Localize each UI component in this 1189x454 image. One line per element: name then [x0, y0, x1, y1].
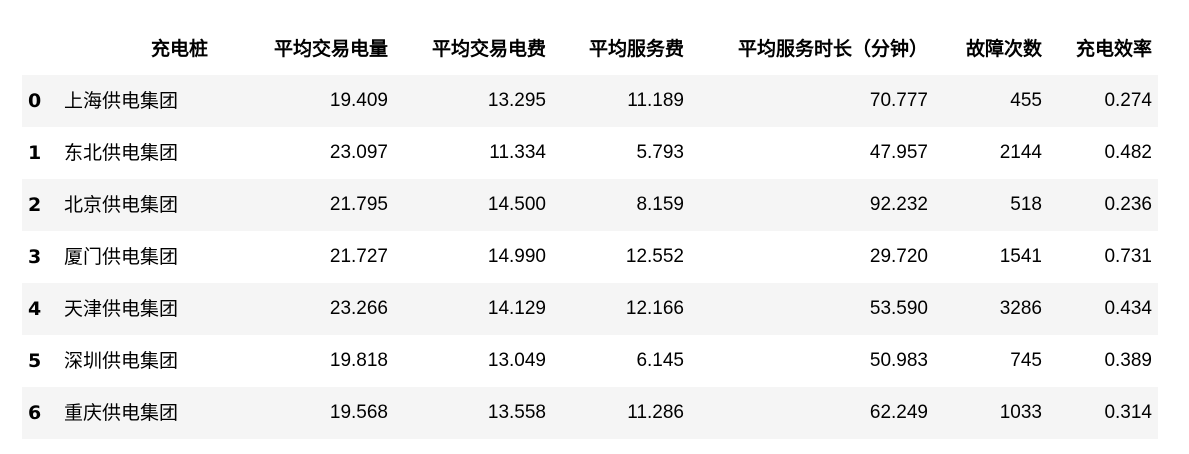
column-header-avg-energy: 平均交易电量 — [273, 38, 388, 60]
table-row: 2 北京供电集团 21.795 14.500 8.159 92.232 518 … — [22, 179, 1158, 231]
faults-cell: 3286 — [999, 298, 1042, 319]
table-row: 4 天津供电集团 23.266 14.129 12.166 53.590 328… — [22, 283, 1158, 335]
station-name-cell: 天津供电集团 — [64, 298, 179, 320]
dataframe-output: 充电桩 平均交易电量 平均交易电费 平均服务费 平均服务时长（分钟） 故障次数 … — [22, 24, 1158, 439]
avg-duration-cell: 92.232 — [869, 194, 928, 215]
avg-service-fee-cell: 11.286 — [627, 402, 684, 423]
row-index: 5 — [28, 350, 42, 372]
avg-energy-cell: 19.409 — [329, 90, 388, 111]
avg-fee-cell: 14.990 — [487, 246, 546, 267]
avg-duration-cell: 53.590 — [869, 298, 928, 319]
avg-fee-cell: 14.129 — [487, 298, 546, 319]
avg-service-fee-cell: 12.166 — [625, 298, 684, 319]
faults-cell: 518 — [1010, 194, 1042, 215]
avg-energy-cell: 23.097 — [329, 142, 388, 163]
faults-cell: 1541 — [999, 246, 1042, 267]
table-row: 1 东北供电集团 23.097 11.334 5.793 47.957 2144… — [22, 127, 1158, 179]
avg-service-fee-cell: 11.189 — [627, 90, 684, 111]
avg-fee-cell: 13.295 — [487, 90, 546, 111]
station-name-cell: 重庆供电集团 — [64, 402, 179, 424]
avg-service-fee-cell: 8.159 — [636, 194, 684, 215]
table-row: 5 深圳供电集团 19.818 13.049 6.145 50.983 745 … — [22, 335, 1158, 387]
header-row: 充电桩 平均交易电量 平均交易电费 平均服务费 平均服务时长（分钟） 故障次数 … — [22, 24, 1158, 75]
avg-service-fee-cell: 6.145 — [636, 350, 684, 371]
row-index: 6 — [28, 402, 42, 424]
efficiency-cell: 0.731 — [1104, 246, 1152, 267]
table-row: 6 重庆供电集团 19.568 13.558 11.286 62.249 103… — [22, 387, 1158, 439]
table-body: 0 上海供电集团 19.409 13.295 11.189 70.777 455… — [22, 74, 1158, 439]
row-index: 3 — [28, 246, 42, 268]
column-header-avg-service-fee: 平均服务费 — [588, 38, 684, 60]
avg-fee-cell: 14.500 — [487, 194, 546, 215]
row-index: 1 — [28, 142, 42, 164]
efficiency-cell: 0.274 — [1104, 90, 1152, 111]
avg-energy-cell: 19.568 — [329, 402, 388, 423]
station-name-cell: 北京供电集团 — [64, 194, 179, 216]
faults-cell: 745 — [1010, 350, 1042, 371]
avg-energy-cell: 21.727 — [329, 246, 388, 267]
faults-cell: 1033 — [999, 402, 1042, 423]
row-index: 0 — [28, 90, 42, 112]
row-index: 4 — [28, 298, 42, 320]
station-name-cell: 上海供电集团 — [64, 90, 179, 112]
avg-duration-cell: 29.720 — [869, 246, 928, 267]
station-name-cell: 东北供电集团 — [64, 142, 179, 164]
avg-energy-cell: 21.795 — [329, 194, 388, 215]
table-row: 3 厦门供电集团 21.727 14.990 12.552 29.720 154… — [22, 231, 1158, 283]
avg-service-fee-cell: 12.552 — [625, 246, 684, 267]
avg-energy-cell: 23.266 — [329, 298, 388, 319]
table-header: 充电桩 平均交易电量 平均交易电费 平均服务费 平均服务时长（分钟） 故障次数 … — [22, 24, 1158, 75]
avg-duration-cell: 70.777 — [869, 90, 928, 111]
efficiency-cell: 0.236 — [1104, 194, 1152, 215]
avg-energy-cell: 19.818 — [329, 350, 388, 371]
avg-duration-cell: 50.983 — [869, 350, 928, 371]
avg-duration-cell: 47.957 — [869, 142, 928, 163]
efficiency-cell: 0.482 — [1104, 142, 1152, 163]
column-header-efficiency: 充电效率 — [1075, 38, 1152, 60]
station-name-cell: 深圳供电集团 — [64, 350, 179, 372]
dataframe-table: 充电桩 平均交易电量 平均交易电费 平均服务费 平均服务时长（分钟） 故障次数 … — [22, 24, 1158, 439]
avg-duration-cell: 62.249 — [869, 402, 928, 423]
efficiency-cell: 0.434 — [1104, 298, 1152, 319]
column-header-avg-fee: 平均交易电费 — [431, 38, 546, 60]
faults-cell: 455 — [1010, 90, 1042, 111]
avg-service-fee-cell: 5.793 — [636, 142, 684, 163]
column-header-faults: 故障次数 — [965, 38, 1042, 60]
faults-cell: 2144 — [999, 142, 1042, 163]
avg-fee-cell: 13.049 — [487, 350, 546, 371]
column-header-index — [22, 24, 58, 75]
column-header-station: 充电桩 — [150, 38, 208, 60]
station-name-cell: 厦门供电集团 — [64, 246, 179, 268]
column-header-avg-duration: 平均服务时长（分钟） — [737, 38, 928, 60]
efficiency-cell: 0.389 — [1104, 350, 1152, 371]
row-index: 2 — [28, 194, 42, 216]
efficiency-cell: 0.314 — [1104, 402, 1152, 423]
avg-fee-cell: 13.558 — [487, 402, 546, 423]
table-row: 0 上海供电集团 19.409 13.295 11.189 70.777 455… — [22, 74, 1158, 127]
avg-fee-cell: 11.334 — [489, 142, 546, 163]
